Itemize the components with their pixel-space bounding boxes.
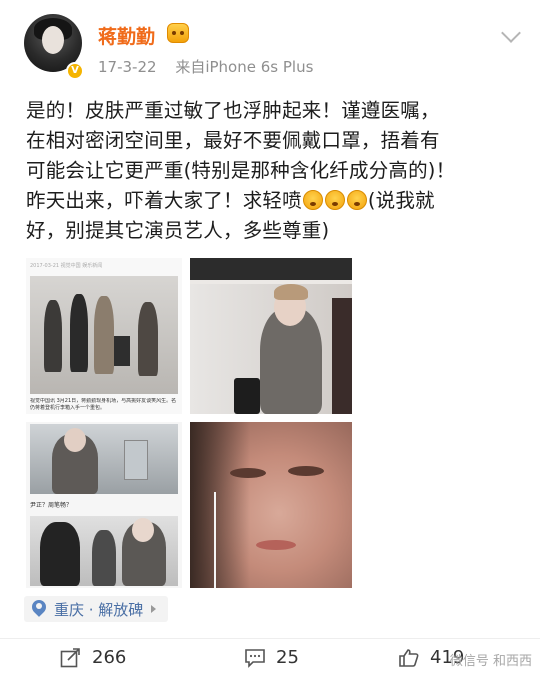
location-pin-icon — [32, 600, 46, 618]
photo-bottom — [30, 516, 178, 586]
airport-photo — [30, 276, 178, 394]
comment-count: 25 — [276, 647, 299, 668]
repost-button[interactable]: 266 — [60, 647, 126, 668]
thumbs-up-icon — [399, 648, 419, 667]
article-caption: 视觉中国讯 3月21日，蒋勤勤现身机场，与高挑好友谈笑风生。名仍蒋着登机行李箱入… — [30, 398, 177, 411]
post-line: 可能会让它更严重(特别是那种含化纤成分高的)！ — [26, 159, 456, 182]
image-comparison[interactable]: 尹正？周笔畅？ — [26, 422, 182, 588]
vip-badge-icon — [167, 23, 189, 43]
post-line-part: 昨天出来，吓着大家了！求轻喷 — [26, 189, 302, 212]
image-news-article[interactable]: 2017-03-21 视觉中国 娱乐新闻 视觉中国讯 3月21日，蒋勤勤现身机场… — [26, 258, 182, 414]
location-tag[interactable]: 重庆 · 解放碑 — [24, 596, 169, 622]
post-meta: 17-3-22 来自iPhone 6s Plus — [98, 56, 313, 77]
chevron-right-icon — [151, 605, 157, 613]
post-line: 是的！皮肤严重过敏了也浮肿起来！谨遵医嘱， — [26, 99, 440, 122]
repost-count: 266 — [92, 647, 127, 668]
post-source: 来自iPhone 6s Plus — [175, 58, 314, 76]
post-header: V 蒋勤勤 17-3-22 来自iPhone 6s Plus — [0, 0, 540, 90]
crying-emoji-icon — [324, 190, 345, 210]
photo-top — [30, 424, 178, 494]
watermark: 微信号 和西西 — [449, 654, 532, 669]
verified-badge-icon: V — [66, 62, 84, 80]
post-line: 好，别提其它演员艺人，多些尊重) — [26, 219, 330, 242]
article-header: 2017-03-21 视觉中国 娱乐新闻 — [30, 263, 103, 269]
comparison-caption: 尹正？周笔畅？ — [30, 502, 73, 509]
post-line: 昨天出来，吓着大家了！求轻喷 (说我就 — [26, 186, 522, 216]
image-grid: 2017-03-21 视觉中国 娱乐新闻 视觉中国讯 3月21日，蒋勤勤现身机场… — [26, 258, 352, 588]
crying-emoji-icon — [346, 190, 367, 210]
post-line-part: (说我就 — [367, 189, 435, 212]
comment-icon — [245, 648, 265, 668]
post-date: 17-3-22 — [98, 58, 157, 76]
image-airport-walk[interactable] — [190, 258, 352, 414]
author-name[interactable]: 蒋勤勤 — [98, 22, 155, 49]
repost-icon — [60, 647, 80, 667]
avatar-face — [42, 26, 64, 54]
chevron-down-icon[interactable] — [501, 23, 521, 43]
comment-button[interactable]: 25 — [244, 647, 299, 668]
crying-emoji-icon — [302, 190, 323, 210]
location-label: 重庆 · 解放碑 — [54, 600, 144, 619]
post-text: 是的！皮肤严重过敏了也浮肿起来！谨遵医嘱， 在相对密闭空间里，最好不要佩戴口罩，… — [26, 96, 522, 246]
image-face-closeup[interactable] — [190, 422, 352, 588]
post-line: 在相对密闭空间里，最好不要佩戴口罩，捂着有 — [26, 129, 440, 152]
